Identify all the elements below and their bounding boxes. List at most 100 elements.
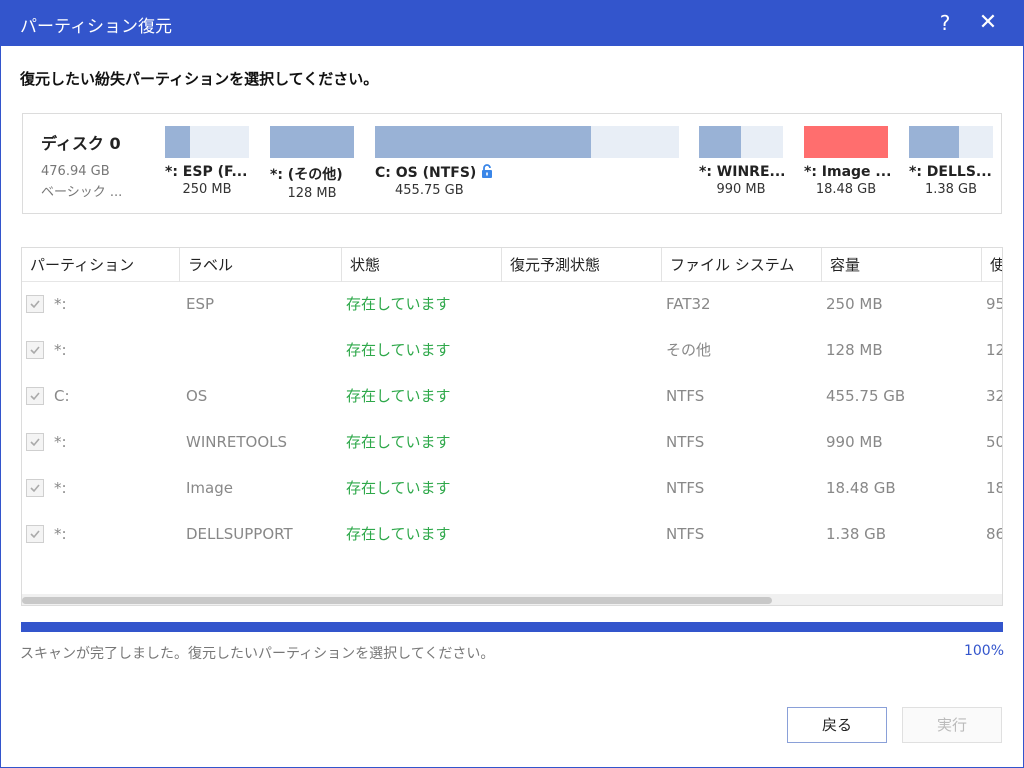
partition-usage-fill — [909, 126, 960, 158]
partition-name: *: WINRE... — [699, 164, 786, 180]
cell-filesystem: NTFS — [666, 479, 705, 497]
cell-partition: *: — [54, 479, 67, 497]
table-row[interactable]: *: Image 存在しています NTFS 18.48 GB 18 — [22, 465, 1002, 511]
column-header-partition[interactable]: パーティション — [22, 248, 180, 282]
partition-usage-fill — [375, 126, 591, 158]
cell-status: 存在しています — [346, 525, 451, 543]
table-row[interactable]: *: 存在しています その他 128 MB 12 — [22, 327, 1002, 373]
partition-bar — [375, 126, 679, 158]
row-checkbox[interactable] — [26, 479, 44, 497]
check-icon — [30, 346, 40, 355]
cell-status: 存在しています — [346, 341, 451, 359]
partition-block[interactable]: *: Image ... 18.48 GB — [804, 126, 891, 197]
cell-partition: *: — [54, 295, 67, 313]
cell-used: 18 — [986, 479, 1002, 497]
partition-bar — [165, 126, 249, 158]
partition-size: 18.48 GB — [815, 182, 877, 197]
partition-block[interactable]: *: WINRE... 990 MB — [699, 126, 786, 197]
help-icon[interactable]: ? — [932, 10, 958, 36]
column-header-capacity[interactable]: 容量 — [822, 248, 982, 282]
partition-bar — [804, 126, 888, 158]
row-checkbox[interactable] — [26, 387, 44, 405]
cell-used: 86 — [986, 525, 1002, 543]
scan-percent: 100% — [963, 643, 1004, 659]
check-icon — [30, 484, 40, 493]
scan-progress-fill — [21, 622, 1003, 632]
cell-used: 50 — [986, 433, 1002, 451]
column-header-used[interactable]: 使 — [982, 248, 1002, 282]
check-icon — [30, 300, 40, 309]
close-icon[interactable]: ✕ — [975, 10, 1001, 36]
partition-bar — [909, 126, 993, 158]
cell-used: 95 — [986, 295, 1002, 313]
column-header-filesystem[interactable]: ファイル システム — [662, 248, 822, 282]
partition-size: 1.38 GB — [924, 182, 978, 197]
cell-filesystem: NTFS — [666, 525, 705, 543]
partition-block[interactable]: *: ESP (F... 250 MB — [165, 126, 249, 197]
partition-block[interactable]: C: OS (NTFS) 455.75 GB — [375, 126, 679, 198]
check-icon — [30, 530, 40, 539]
cell-capacity: 250 MB — [826, 295, 883, 313]
cell-label: WINRETOOLS — [186, 433, 288, 451]
unlock-icon — [482, 164, 493, 178]
row-checkbox[interactable] — [26, 525, 44, 543]
partition-name-row: C: OS (NTFS) — [375, 164, 679, 181]
partition-block[interactable]: *: (その他) 128 MB — [270, 126, 354, 201]
cell-capacity: 990 MB — [826, 433, 883, 451]
table-header: パーティション ラベル 状態 復元予測状態 ファイル システム 容量 使 — [22, 248, 1002, 282]
cell-filesystem: FAT32 — [666, 295, 711, 313]
partition-bar — [270, 126, 354, 158]
partition-usage-fill — [270, 126, 354, 158]
disk-name: ディスク 0 — [41, 134, 121, 153]
partition-size: 455.75 GB — [395, 183, 464, 198]
cell-filesystem: NTFS — [666, 387, 705, 405]
window-title: パーティション復元 — [20, 17, 172, 37]
cell-label: OS — [186, 387, 208, 405]
partition-name: C: OS (NTFS) — [375, 165, 477, 181]
cell-capacity: 1.38 GB — [826, 525, 887, 543]
partition-bar — [699, 126, 783, 158]
cell-used: 12 — [986, 341, 1002, 359]
table-row[interactable]: C: OS 存在しています NTFS 455.75 GB 32 — [22, 373, 1002, 419]
back-button[interactable]: 戻る — [787, 707, 887, 743]
title-bar: パーティション復元 ? ✕ — [0, 0, 1024, 46]
cell-label: Image — [186, 479, 233, 497]
partition-table: パーティション ラベル 状態 復元予測状態 ファイル システム 容量 使 *: … — [21, 247, 1003, 606]
partition-size: 250 MB — [182, 182, 232, 197]
scrollbar-thumb[interactable] — [22, 597, 772, 604]
row-checkbox[interactable] — [26, 341, 44, 359]
instruction-text: 復元したい紛失パーティションを選択してください。 — [20, 70, 379, 88]
partition-usage-fill — [165, 126, 191, 158]
partition-usage-fill — [699, 126, 741, 158]
disk-type: ベーシック ... — [41, 185, 123, 200]
column-header-predicted[interactable]: 復元予測状態 — [502, 248, 662, 282]
check-icon — [30, 438, 40, 447]
cell-filesystem: NTFS — [666, 433, 705, 451]
column-header-label[interactable]: ラベル — [180, 248, 342, 282]
disk-info: ディスク 0 476.94 GB ベーシック ... — [41, 130, 122, 200]
cell-status: 存在しています — [346, 295, 451, 313]
table-row[interactable]: *: WINRETOOLS 存在しています NTFS 990 MB 50 — [22, 419, 1002, 465]
partition-size: 128 MB — [287, 186, 337, 201]
disk-map-panel: ディスク 0 476.94 GB ベーシック ... *: ESP (F... … — [22, 113, 1002, 214]
run-button[interactable]: 実行 — [902, 707, 1002, 743]
scan-progress-bar — [21, 622, 1003, 632]
horizontal-scrollbar[interactable] — [22, 594, 1002, 605]
cell-partition: C: — [54, 387, 70, 405]
column-header-status[interactable]: 状態 — [342, 248, 502, 282]
cell-label: ESP — [186, 295, 215, 313]
cell-label: DELLSUPPORT — [186, 525, 293, 543]
partition-size: 990 MB — [716, 182, 766, 197]
table-row[interactable]: *: DELLSUPPORT 存在しています NTFS 1.38 GB 86 — [22, 511, 1002, 557]
row-checkbox[interactable] — [26, 295, 44, 313]
cell-partition: *: — [54, 525, 67, 543]
cell-capacity: 455.75 GB — [826, 387, 906, 405]
cell-used: 32 — [986, 387, 1002, 405]
row-checkbox[interactable] — [26, 433, 44, 451]
partition-block[interactable]: *: DELLS... 1.38 GB — [909, 126, 993, 197]
cell-capacity: 18.48 GB — [826, 479, 896, 497]
cell-status: 存在しています — [346, 387, 451, 405]
partition-name: *: ESP (F... — [165, 164, 248, 180]
cell-capacity: 128 MB — [826, 341, 883, 359]
table-row[interactable]: *: ESP 存在しています FAT32 250 MB 95 — [22, 281, 1002, 327]
